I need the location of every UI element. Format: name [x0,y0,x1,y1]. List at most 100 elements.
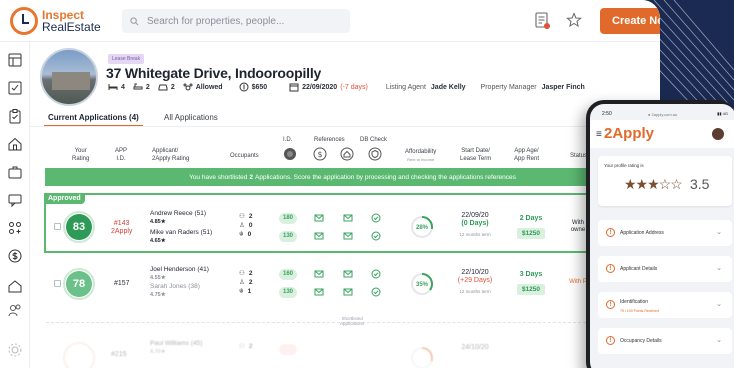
baths-count: 2 [145,83,150,91]
col-db-check: DB Check [360,137,388,143]
id-points [279,344,297,355]
id-points: 130 [279,287,297,298]
db-check-icon[interactable] [371,287,381,297]
applicant-info[interactable]: Paul Williams (45) 4.70★ [150,340,202,356]
menu-icon[interactable]: ≡ [596,129,602,140]
briefcase-icon[interactable] [7,164,23,180]
profile-score: 3.5 [690,176,710,192]
id-points: 160 [279,269,297,280]
tab-divider [30,126,660,127]
app-id[interactable]: #215 [111,351,127,359]
app-id[interactable]: #157 [114,280,130,288]
svg-text:35%: 35% [416,282,429,288]
occupants: ⚇ 2 [239,343,253,350]
reference-mail-icon[interactable] [314,269,324,279]
cars-count: 2 [170,83,175,91]
search-input[interactable]: Search for properties, people... [122,9,350,33]
house-outline-icon[interactable] [7,278,23,294]
phone-section-item[interactable]: ! Occupancy Details ⌄ [598,328,732,354]
db-check-icon[interactable] [371,213,381,223]
col-rating: Your Rating [72,148,90,162]
app-id[interactable]: #143 2Apply [111,220,132,236]
notes-icon[interactable] [535,12,551,30]
apps-icon[interactable] [7,220,23,236]
layout-icon[interactable] [7,52,23,68]
logo-line2: RealEstate [42,20,101,34]
references-home-icon [340,147,354,161]
phone-section-item[interactable]: ! Application Address ⌄ [598,220,732,246]
app-rent: $1250 [517,228,545,239]
start-date: 22/09/20 (0 Days) 12 months term [459,212,491,237]
col-occupants: Occupants [230,153,259,159]
date-note: (-7 days) [340,83,368,91]
profile-rating-card: Your profile rating is ★★★☆☆ 3.5 [598,156,732,206]
bath-icon [133,83,143,90]
row-checkbox[interactable] [54,223,61,230]
property-manager-name[interactable]: Jasper Finch [542,84,585,91]
listing-agent-label: Listing Agent [385,83,426,91]
available-date: 22/09/2020 [302,83,338,91]
phone-mockup: 2:50 ● 2apply.com.au ▮▮ 4G ≡ 2Apply Your… [586,100,734,368]
logo-clock-icon [10,7,38,35]
application-tabs: Current Applications (4) All Application… [40,110,660,127]
affordability-ring [411,347,433,368]
db-check-icon[interactable] [371,269,381,279]
app-rent: $1250 [517,284,545,295]
reference-mail-icon[interactable] [343,269,353,279]
shortlist-banner: You have shortlisted 2 Applications. Score… [45,168,660,186]
phone-section-item[interactable]: ! Applicant Details ⌄ [598,256,732,282]
phone-section-item[interactable]: ! Identification 75 / 100 Points Received ⌄ [598,292,732,318]
profile-rating-label: Your profile rating is [604,163,644,168]
tab-all-applications[interactable]: All Applications [164,113,218,122]
calendar-icon [289,83,299,92]
dollar-circle-icon[interactable] [7,248,23,264]
col-references: References [314,137,345,143]
settings-icon[interactable] [7,342,23,358]
reference-mail-icon[interactable] [343,213,353,223]
row-checkbox[interactable] [54,280,61,287]
col-app-id: APP I.D. [115,148,128,162]
people-icon[interactable] [7,302,23,318]
approved-label: Approved [44,193,85,204]
property-specs: 4 2 2 Allowed $650 22/09/2020 (-7 days) L… [108,82,585,92]
create-new-button[interactable]: Create New + [600,8,660,34]
col-affordability: Affordability Rent to Income [405,149,437,162]
affordability-ring: 28% [411,216,433,238]
shortlisted-label: Shortlisted Applications [340,316,365,326]
reference-mail-icon[interactable] [314,287,324,297]
id-points: 130 [279,231,297,242]
app-age: 2 Days [519,215,543,222]
logo[interactable]: Inspect RealEstate [10,7,101,35]
applicant-info[interactable]: Andrew Reece (51) 4.85★ Mike van Raders (… [150,210,212,245]
reference-mail-icon[interactable] [343,231,353,241]
phone-screen: 2:50 ● 2apply.com.au ▮▮ 4G ≡ 2Apply Your… [590,104,734,368]
phone-header: ≡ 2Apply [590,120,734,148]
pets-icon [183,83,193,91]
tab-current-applications[interactable]: Current Applications (4) [44,113,143,127]
listing-agent-name[interactable]: Jade Kelly [431,84,466,91]
phone-avatar[interactable] [712,128,724,140]
reference-mail-icon[interactable] [314,231,324,241]
chat-icon[interactable] [7,192,23,208]
sidebar [0,42,30,368]
top-bar: Inspect RealEstate Search for properties… [0,0,660,42]
car-icon [158,84,168,91]
col-start-date: Start Date/Lease Term [460,148,492,162]
clipboard-check-icon[interactable] [7,108,23,124]
id-column-icon [284,148,296,160]
home-icon[interactable] [7,136,23,152]
rent-value: $650 [251,83,268,91]
app-window: Inspect RealEstate Search for properties… [0,0,660,368]
start-date: 22/10/20 (+29 Days) 12 months term [457,269,493,294]
star-icon[interactable] [566,12,582,28]
checkbox-icon[interactable] [7,80,23,96]
property-address: 37 Whitegate Drive, Indooroopilly [106,65,322,81]
reference-mail-icon[interactable] [314,213,324,223]
col-id: I.D. [283,137,293,143]
reference-mail-icon[interactable] [343,287,353,297]
search-placeholder: Search for properties, people... [147,15,285,27]
db-check-icon[interactable] [371,231,381,241]
applicant-info[interactable]: Joel Henderson (41) 4.55★ Sarah Jones (38… [150,266,209,299]
property-photo [40,48,98,106]
start-date: 24/10/20 [461,344,489,351]
